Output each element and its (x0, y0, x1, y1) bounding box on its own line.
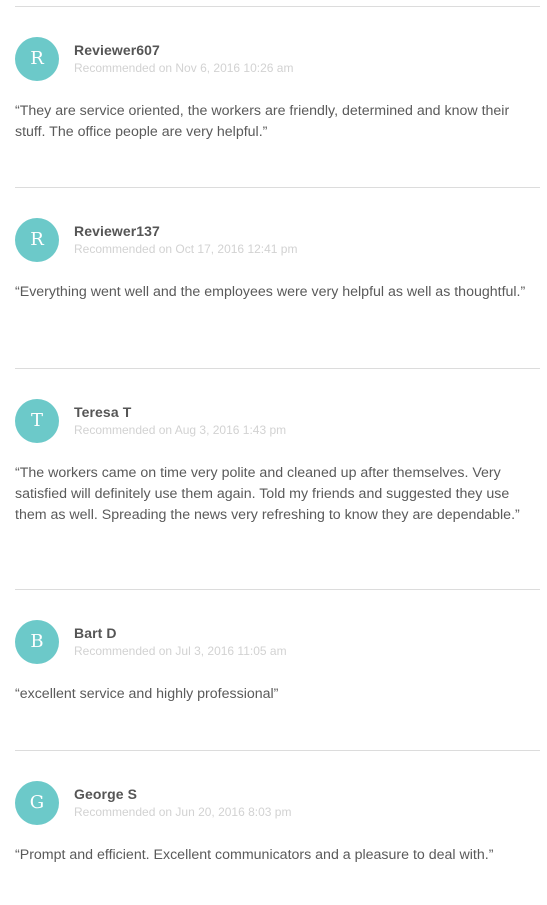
review-card: T Teresa T Recommended on Aug 3, 2016 1:… (0, 369, 547, 589)
review-date: Recommended on Jun 20, 2016 8:03 pm (74, 805, 292, 819)
reviewer-name: Reviewer607 (74, 42, 160, 58)
review-card: B Bart D Recommended on Jul 3, 2016 11:0… (0, 590, 547, 750)
avatar: R (15, 37, 59, 81)
review-date: Recommended on Oct 17, 2016 12:41 pm (74, 242, 298, 256)
review-date: Recommended on Aug 3, 2016 1:43 pm (74, 423, 287, 437)
review-date: Recommended on Jul 3, 2016 11:05 am (74, 644, 287, 658)
avatar: G (15, 781, 59, 825)
review-card: R Reviewer607 Recommended on Nov 6, 2016… (0, 7, 547, 187)
review-text: “excellent service and highly profession… (15, 686, 279, 702)
review-date: Recommended on Nov 6, 2016 10:26 am (74, 61, 294, 75)
review-card: G George S Recommended on Jun 20, 2016 8… (0, 751, 547, 901)
review-card: R Reviewer137 Recommended on Oct 17, 201… (0, 188, 547, 368)
reviewer-name: Reviewer137 (74, 223, 160, 239)
review-text: “The workers came on time very polite an… (15, 465, 520, 523)
avatar: B (15, 620, 59, 664)
reviewer-name: Teresa T (74, 404, 132, 420)
avatar: R (15, 218, 59, 262)
review-text: “They are service oriented, the workers … (15, 103, 510, 140)
reviewer-name: Bart D (74, 625, 117, 641)
review-text: “Prompt and efficient. Excellent communi… (15, 847, 494, 863)
avatar: T (15, 399, 59, 443)
reviewer-name: George S (74, 786, 138, 802)
review-text: “Everything went well and the employees … (15, 284, 526, 300)
